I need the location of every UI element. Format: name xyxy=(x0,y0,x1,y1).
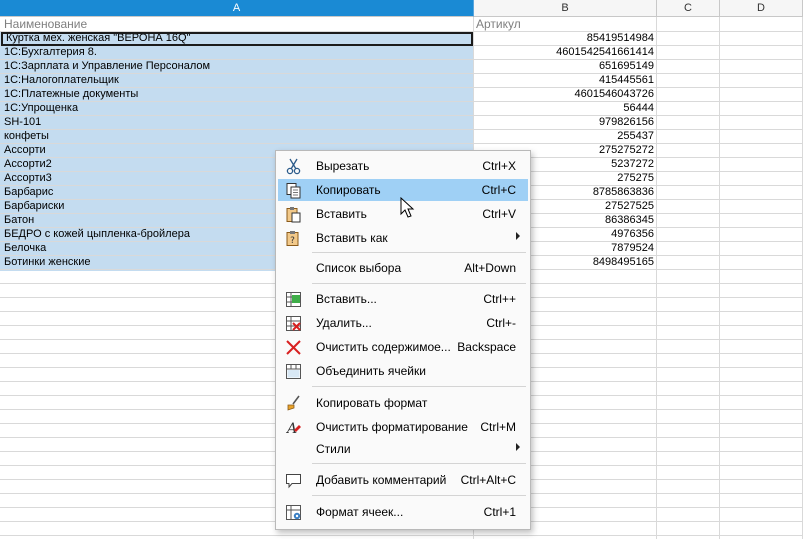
paste-icon xyxy=(286,207,301,223)
active-cell-cursor xyxy=(1,32,473,46)
clear-x-icon xyxy=(286,340,301,355)
menu-item-label: Копировать xyxy=(316,183,381,197)
menu-item-shortcut: Ctrl+X xyxy=(482,159,516,173)
menu-item-shortcut: Ctrl+Alt+C xyxy=(460,473,516,487)
menu-item-paste-special[interactable]: ? Вставить как xyxy=(278,227,528,249)
menu-item-label: Объединить ячейки xyxy=(316,364,426,378)
menu-item-clear-formatting[interactable]: A Очистить форматирование Ctrl+M xyxy=(278,416,528,438)
cell-a[interactable]: SH-101 xyxy=(4,115,466,129)
cell-b[interactable]: 85419514984 xyxy=(476,31,654,45)
menu-item-label: Стили xyxy=(316,442,351,456)
cell-b[interactable]: 979826156 xyxy=(476,115,654,129)
menu-separator xyxy=(312,283,526,284)
menu-separator xyxy=(312,463,526,464)
menu-item-clear-contents[interactable]: Очистить содержимое... Backspace xyxy=(278,336,528,358)
insert-cells-icon xyxy=(286,292,301,307)
menu-item-insert[interactable]: Вставить... Ctrl++ xyxy=(278,288,528,310)
menu-item-shortcut: Ctrl+- xyxy=(486,316,516,330)
menu-item-label: Очистить форматирование xyxy=(316,420,468,434)
column-header-a[interactable]: A xyxy=(0,0,474,17)
cell-a1[interactable]: Наименование xyxy=(4,17,466,31)
column-header-c[interactable]: C xyxy=(657,0,720,17)
merge-cells-icon xyxy=(286,364,301,379)
menu-item-add-comment[interactable]: Добавить комментарий Ctrl+Alt+C xyxy=(278,469,528,491)
menu-item-label: Вставить xyxy=(316,207,367,221)
menu-separator xyxy=(312,495,526,496)
menu-item-clone-format[interactable]: Копировать формат xyxy=(278,392,528,414)
submenu-arrow-icon xyxy=(516,232,520,240)
mouse-pointer-icon xyxy=(400,197,415,218)
menu-item-shortcut: Backspace xyxy=(457,340,516,354)
menu-item-label: Копировать формат xyxy=(316,396,428,410)
cell-a[interactable]: 1С:Упрощенка xyxy=(4,101,466,115)
comment-icon xyxy=(286,474,301,489)
submenu-arrow-icon xyxy=(516,443,520,451)
cell-a[interactable]: 1С:Бухгалтерия 8. xyxy=(4,45,466,59)
cell-b[interactable]: 255437 xyxy=(476,129,654,143)
paste-special-icon: ? xyxy=(286,231,299,246)
menu-item-shortcut: Ctrl+1 xyxy=(483,505,516,519)
delete-cells-icon xyxy=(286,316,301,331)
cell-b[interactable]: 4601542541661414 xyxy=(476,45,654,59)
menu-item-styles[interactable]: Стили xyxy=(278,438,528,460)
menu-item-merge-cells[interactable]: Объединить ячейки xyxy=(278,360,528,382)
cell-a[interactable]: конфеты xyxy=(4,129,466,143)
svg-text:A: A xyxy=(285,421,297,436)
cell-a[interactable]: 1С:Платежные документы xyxy=(4,87,466,101)
menu-item-label: Добавить комментарий xyxy=(316,473,447,487)
svg-text:?: ? xyxy=(290,236,295,246)
menu-item-label: Список выбора xyxy=(316,261,402,275)
cell-a[interactable]: 1С:Зарплата и Управление Персоналом xyxy=(4,59,466,73)
clear-formatting-icon: A xyxy=(285,421,301,436)
menu-item-cut[interactable]: Вырезать Ctrl+X xyxy=(278,155,528,177)
menu-separator xyxy=(312,252,526,253)
cell-b[interactable]: 415445561 xyxy=(476,73,654,87)
menu-item-format-cells[interactable]: Формат ячеек... Ctrl+1 xyxy=(278,501,528,523)
cell-b[interactable]: 4601546043726 xyxy=(476,87,654,101)
menu-item-label: Удалить... xyxy=(316,316,372,330)
menu-item-label: Вырезать xyxy=(316,159,370,173)
menu-item-selection-list[interactable]: Список выбора Alt+Down xyxy=(278,257,528,279)
menu-item-shortcut: Alt+Down xyxy=(464,261,516,275)
menu-separator xyxy=(312,386,526,387)
menu-item-label: Вставить как xyxy=(316,231,388,245)
column-header-d[interactable]: D xyxy=(720,0,803,17)
format-cells-icon xyxy=(286,505,301,520)
cell-b1[interactable]: Артикул xyxy=(476,17,654,31)
scissors-icon xyxy=(286,158,301,175)
cell-a[interactable]: 1С:Налогоплательщик xyxy=(4,73,466,87)
menu-item-delete[interactable]: Удалить... Ctrl+- xyxy=(278,312,528,334)
menu-item-shortcut: Ctrl+V xyxy=(482,207,516,221)
paintbrush-icon xyxy=(287,395,300,411)
cell-b[interactable]: 651695149 xyxy=(476,59,654,73)
copy-icon xyxy=(286,183,301,199)
column-header-b[interactable]: B xyxy=(474,0,657,17)
menu-item-shortcut: Ctrl+M xyxy=(480,420,516,434)
cell-b[interactable]: 56444 xyxy=(476,101,654,115)
menu-item-label: Очистить содержимое... xyxy=(316,340,451,354)
menu-item-label: Вставить... xyxy=(316,292,377,306)
menu-item-shortcut: Ctrl++ xyxy=(483,292,516,306)
menu-item-shortcut: Ctrl+C xyxy=(481,183,516,197)
menu-item-label: Формат ячеек... xyxy=(316,505,404,519)
